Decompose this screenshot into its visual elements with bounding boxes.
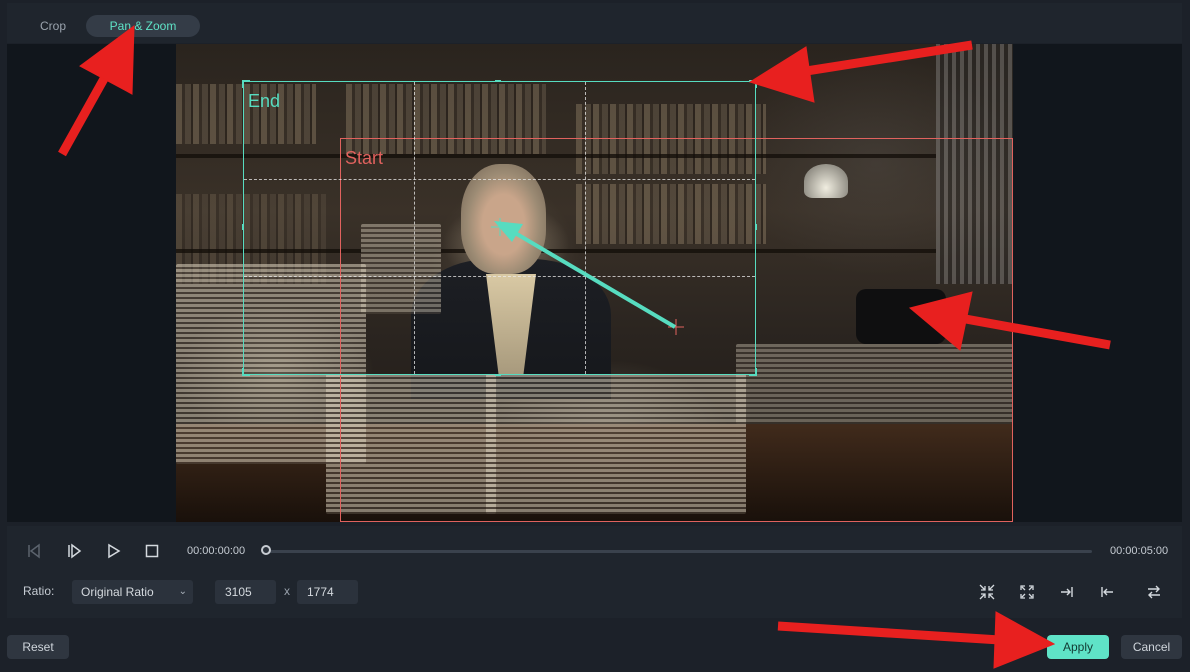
fit-inward-icon [979,584,995,600]
play-icon [108,543,121,559]
swap-icon [1148,585,1160,599]
align-left-button[interactable] [1095,580,1119,604]
resize-handle[interactable] [242,224,244,230]
fit-outward-icon [1020,585,1034,599]
resize-handle[interactable] [495,80,501,82]
align-right-icon [1061,587,1073,597]
step-forward-icon [68,543,82,559]
fit-outward-button[interactable] [1015,580,1039,604]
tab-crop[interactable]: Crop [35,15,71,37]
start-center-crosshair [668,319,684,335]
preview-stage: Start End [7,44,1182,522]
ratio-select-value: Original Ratio [81,585,154,599]
step-back-icon [28,543,40,559]
ratio-select[interactable]: Original Ratio ⌄ [72,580,193,604]
play-button[interactable] [103,540,125,562]
grid-line [244,179,755,180]
resize-handle[interactable] [242,368,250,376]
fit-inward-button[interactable] [975,580,999,604]
top-tab-bar: Crop Pan & Zoom [7,3,1182,43]
stop-icon [145,544,159,558]
resize-handle[interactable] [749,368,757,376]
total-time: 00:00:05:00 [1110,545,1169,557]
reset-button[interactable]: Reset [7,635,69,659]
tab-pan-zoom[interactable]: Pan & Zoom [86,15,200,37]
timeline-playhead[interactable] [261,545,271,555]
align-left-icon [1101,587,1113,597]
controls-panel: 00:00:00:00 00:00:05:00 Ratio: Original … [7,526,1182,618]
resize-handle[interactable] [495,374,501,376]
cancel-button[interactable]: Cancel [1121,635,1182,659]
current-time: 00:00:00:00 [187,545,246,557]
annotation-arrowhead [993,611,1056,669]
apply-button[interactable]: Apply [1047,635,1109,659]
resize-handle[interactable] [749,80,757,88]
chevron-down-icon: ⌄ [178,586,187,597]
grid-line [244,276,755,277]
width-input[interactable] [215,580,276,604]
dimension-separator: x [284,584,290,598]
align-right-button[interactable] [1055,580,1079,604]
height-input[interactable] [297,580,358,604]
end-label: End [248,91,281,111]
prev-frame-button[interactable] [23,540,45,562]
annotation-arrow [777,621,1001,645]
timeline-track[interactable] [266,550,1092,553]
grid-line [414,82,415,374]
grid-line [585,82,586,374]
resize-handle[interactable] [755,224,757,230]
stop-button[interactable] [141,540,163,562]
resize-handle[interactable] [242,80,250,88]
swap-button[interactable] [1142,580,1166,604]
next-frame-button[interactable] [63,540,85,562]
ratio-label: Ratio: [23,584,55,598]
